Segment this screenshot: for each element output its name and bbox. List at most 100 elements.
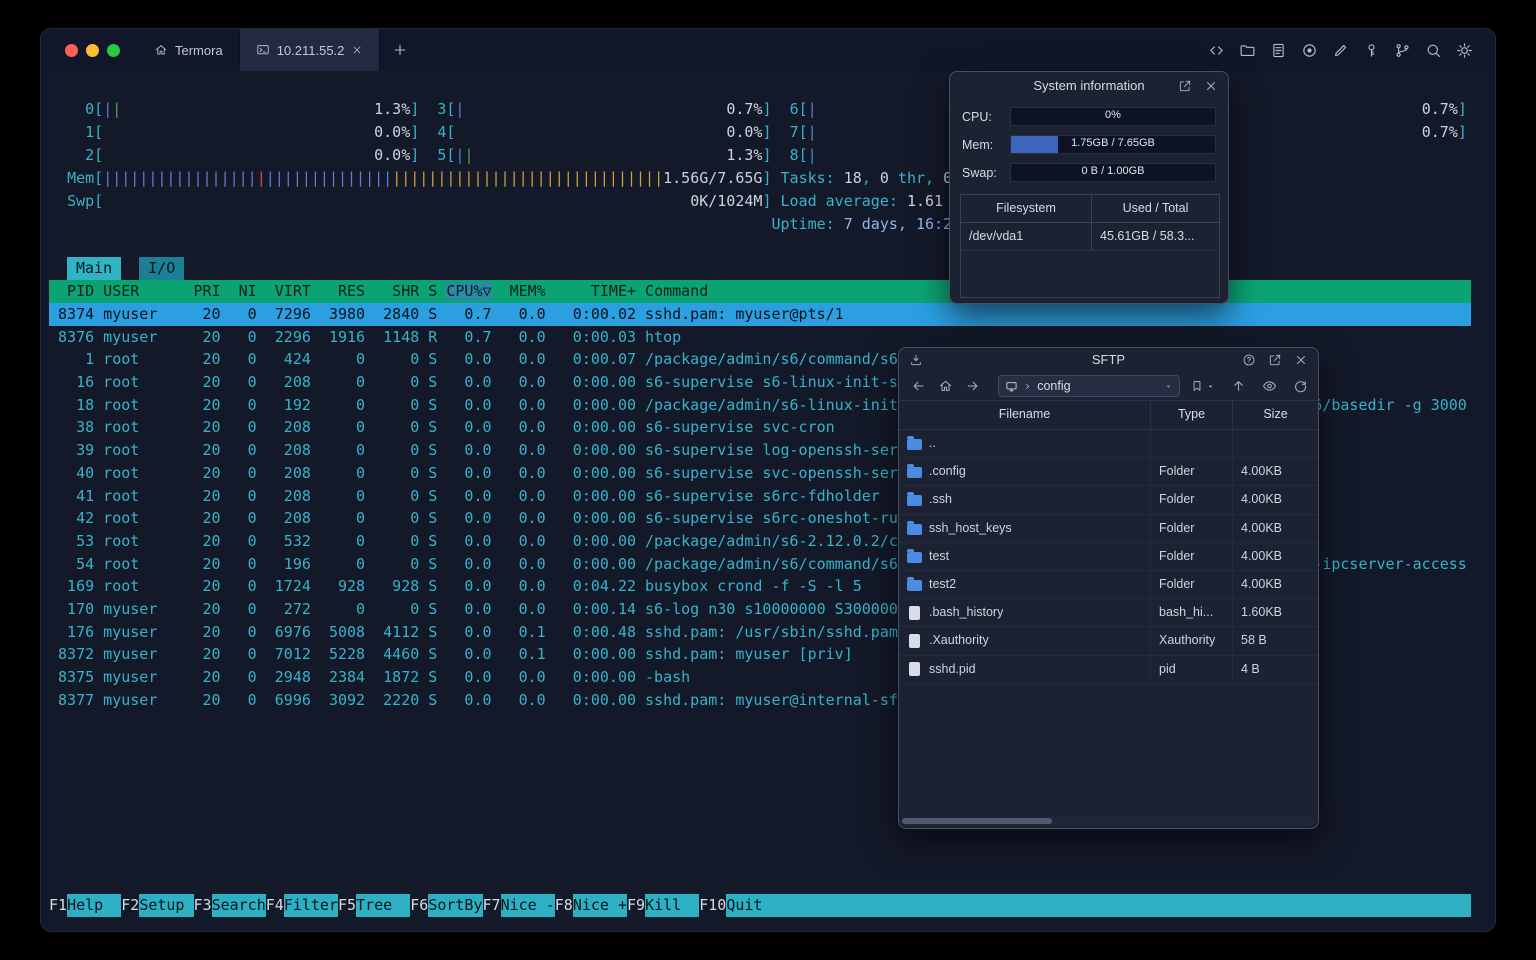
cpu-usage-row: CPU: 0% bbox=[962, 107, 1216, 126]
download-icon[interactable] bbox=[909, 353, 923, 367]
log-icon[interactable] bbox=[1270, 42, 1287, 59]
function-key[interactable]: F5 Tree bbox=[338, 894, 411, 917]
scrollbar-thumb[interactable] bbox=[902, 818, 1052, 824]
home-icon bbox=[155, 45, 167, 55]
meter-line: 2[ 0.0%] 5[|| 1.3%] 8[| 0.7%] bbox=[85, 146, 1124, 164]
sftp-file-row[interactable]: .config Folder 4.00KB bbox=[899, 458, 1318, 487]
size-column-header[interactable]: Size bbox=[1232, 401, 1318, 429]
function-key[interactable]: F3 Search bbox=[194, 894, 266, 917]
function-key[interactable]: F6 SortBy bbox=[410, 894, 483, 917]
code-icon[interactable] bbox=[1208, 42, 1225, 59]
htop-tab-io[interactable]: I/O bbox=[139, 257, 185, 280]
panel-titlebar[interactable]: System information bbox=[950, 72, 1228, 100]
file-type: Xauthority bbox=[1150, 627, 1232, 655]
tab-bar: Termora 10.211.55.2 bbox=[41, 29, 1495, 71]
new-tab-button[interactable] bbox=[380, 29, 420, 71]
forward-icon[interactable] bbox=[965, 378, 980, 394]
uptime-line: Uptime: 7 days, 16:28:05 bbox=[771, 215, 989, 233]
edit-icon[interactable] bbox=[1332, 42, 1349, 59]
sftp-file-row[interactable]: sshd.pid pid 4 B bbox=[899, 655, 1318, 684]
file-type-icon bbox=[909, 605, 920, 620]
computer-icon bbox=[1006, 381, 1017, 391]
sftp-toolbar: config bbox=[899, 372, 1318, 400]
tab-home[interactable]: Termora bbox=[138, 29, 239, 71]
back-icon[interactable] bbox=[911, 378, 926, 394]
swap-progress-bar: 0 B / 1.00GB bbox=[1010, 163, 1216, 182]
sftp-file-row[interactable]: ssh_host_keys Folder 4.00KB bbox=[899, 514, 1318, 543]
close-panel-icon[interactable] bbox=[1204, 79, 1218, 93]
help-icon[interactable] bbox=[1242, 353, 1256, 367]
function-key[interactable]: F9 Kill bbox=[627, 894, 700, 917]
process-row[interactable]: 8374 myuser 20 0 7296 3980 2840 S 0.7 0.… bbox=[49, 303, 1471, 326]
sftp-file-row[interactable]: .. bbox=[899, 430, 1318, 459]
tab-close-icon[interactable] bbox=[351, 44, 363, 56]
function-key-number: F1 bbox=[49, 896, 68, 914]
function-key-number: F6 bbox=[410, 896, 429, 914]
file-size: 4.00KB bbox=[1232, 486, 1318, 514]
file-name: .ssh bbox=[929, 492, 952, 507]
key-icon[interactable] bbox=[1363, 42, 1380, 59]
settings-icon[interactable] bbox=[1456, 42, 1473, 59]
sftp-file-row[interactable]: test Folder 4.00KB bbox=[899, 542, 1318, 571]
sftp-file-row[interactable]: test2 Folder 4.00KB bbox=[899, 570, 1318, 600]
filename-column-header[interactable]: Filename bbox=[899, 401, 1150, 429]
filesystem-table: Filesystem Used / Total /dev/vda1 45.61G… bbox=[960, 194, 1220, 298]
header-sort-column[interactable]: CPU%▽ bbox=[446, 282, 492, 300]
htop-tab-main[interactable]: Main bbox=[67, 257, 122, 280]
file-type: Folder bbox=[1150, 542, 1232, 570]
function-key-label: Nice + bbox=[572, 894, 627, 917]
app-window: Termora 10.211.55.2 0[|| 1.3%] 3[| 0.7%]… bbox=[40, 28, 1496, 932]
htop-cpu-memory-meters: 0[|| 1.3%] 3[| 0.7%] 6[| 0.7%] 9[| 0.7%]… bbox=[49, 98, 1467, 236]
sftp-file-row[interactable]: .ssh Folder 4.00KB bbox=[899, 486, 1318, 515]
function-key[interactable]: F1 Help bbox=[49, 894, 122, 917]
tab-ssh-session[interactable]: 10.211.55.2 bbox=[238, 29, 381, 71]
function-key[interactable]: F7 Nice - bbox=[483, 894, 555, 917]
bookmarks-button[interactable] bbox=[1190, 379, 1215, 393]
htop-table-header[interactable]: PID USER PRI NI VIRT RES SHR S CPU%▽ MEM… bbox=[49, 280, 1471, 303]
path-breadcrumb[interactable]: config bbox=[998, 375, 1180, 397]
function-key[interactable]: F10 Quit bbox=[699, 894, 781, 917]
horizontal-scrollbar[interactable] bbox=[901, 817, 1316, 825]
home-tab-label: Termora bbox=[175, 42, 223, 58]
parent-directory-icon[interactable] bbox=[1231, 378, 1246, 394]
function-key-number: F3 bbox=[193, 896, 212, 914]
filesystem-column-header: Filesystem bbox=[996, 201, 1056, 215]
function-key-label: Setup bbox=[139, 894, 194, 917]
function-key[interactable]: F4 Filter bbox=[266, 894, 338, 917]
sftp-file-row[interactable]: .Xauthority Xauthority 58 B bbox=[899, 627, 1318, 656]
file-type: pid bbox=[1150, 655, 1232, 683]
filesystem-row: /dev/vda1 45.61GB / 58.3... bbox=[961, 223, 1219, 251]
header-left: PID USER PRI NI VIRT RES SHR S bbox=[49, 282, 447, 300]
close-window-button[interactable] bbox=[65, 43, 78, 57]
search-icon[interactable] bbox=[1425, 42, 1442, 59]
home-icon[interactable] bbox=[938, 378, 953, 394]
minimize-window-button[interactable] bbox=[86, 43, 99, 57]
close-panel-icon[interactable] bbox=[1294, 353, 1308, 367]
record-icon[interactable] bbox=[1301, 42, 1318, 59]
process-row[interactable]: 8376 myuser 20 0 2296 1916 1148 R 0.7 0.… bbox=[49, 326, 1471, 349]
current-directory: config bbox=[1037, 379, 1071, 393]
refresh-icon[interactable] bbox=[1293, 378, 1308, 394]
open-in-new-icon[interactable] bbox=[1268, 353, 1282, 367]
chevron-down-icon bbox=[1208, 385, 1213, 388]
cpu-label: CPU: bbox=[962, 109, 992, 124]
used-total-column-header: Used / Total bbox=[1091, 195, 1219, 222]
show-hidden-files-icon[interactable] bbox=[1262, 378, 1277, 394]
function-key[interactable]: F2 Setup bbox=[121, 894, 194, 917]
function-key[interactable]: F8 Nice + bbox=[555, 894, 627, 917]
sftp-file-row[interactable]: .bash_history bash_hi... 1.60KB bbox=[899, 599, 1318, 628]
branch-icon[interactable] bbox=[1394, 42, 1411, 59]
file-type: bash_hi... bbox=[1150, 599, 1232, 627]
sftp-titlebar[interactable]: SFTP bbox=[899, 348, 1318, 372]
open-in-new-icon[interactable] bbox=[1178, 79, 1192, 93]
zoom-window-button[interactable] bbox=[107, 43, 120, 57]
type-column-header[interactable]: Type bbox=[1150, 401, 1232, 429]
folder-icon[interactable] bbox=[1239, 42, 1256, 59]
function-key-number: F2 bbox=[121, 896, 140, 914]
chevron-down-icon[interactable] bbox=[1164, 382, 1173, 391]
sftp-file-list: .. .config Folder 4.00KB .ssh Folder 4.0… bbox=[899, 430, 1318, 684]
memory-meter-line: Mem[||||||||||||||||||||||||||||||||||||… bbox=[67, 169, 1097, 187]
chevron-right-icon bbox=[1026, 383, 1030, 389]
file-size: 4.00KB bbox=[1232, 458, 1318, 486]
file-type: Folder bbox=[1150, 458, 1232, 486]
